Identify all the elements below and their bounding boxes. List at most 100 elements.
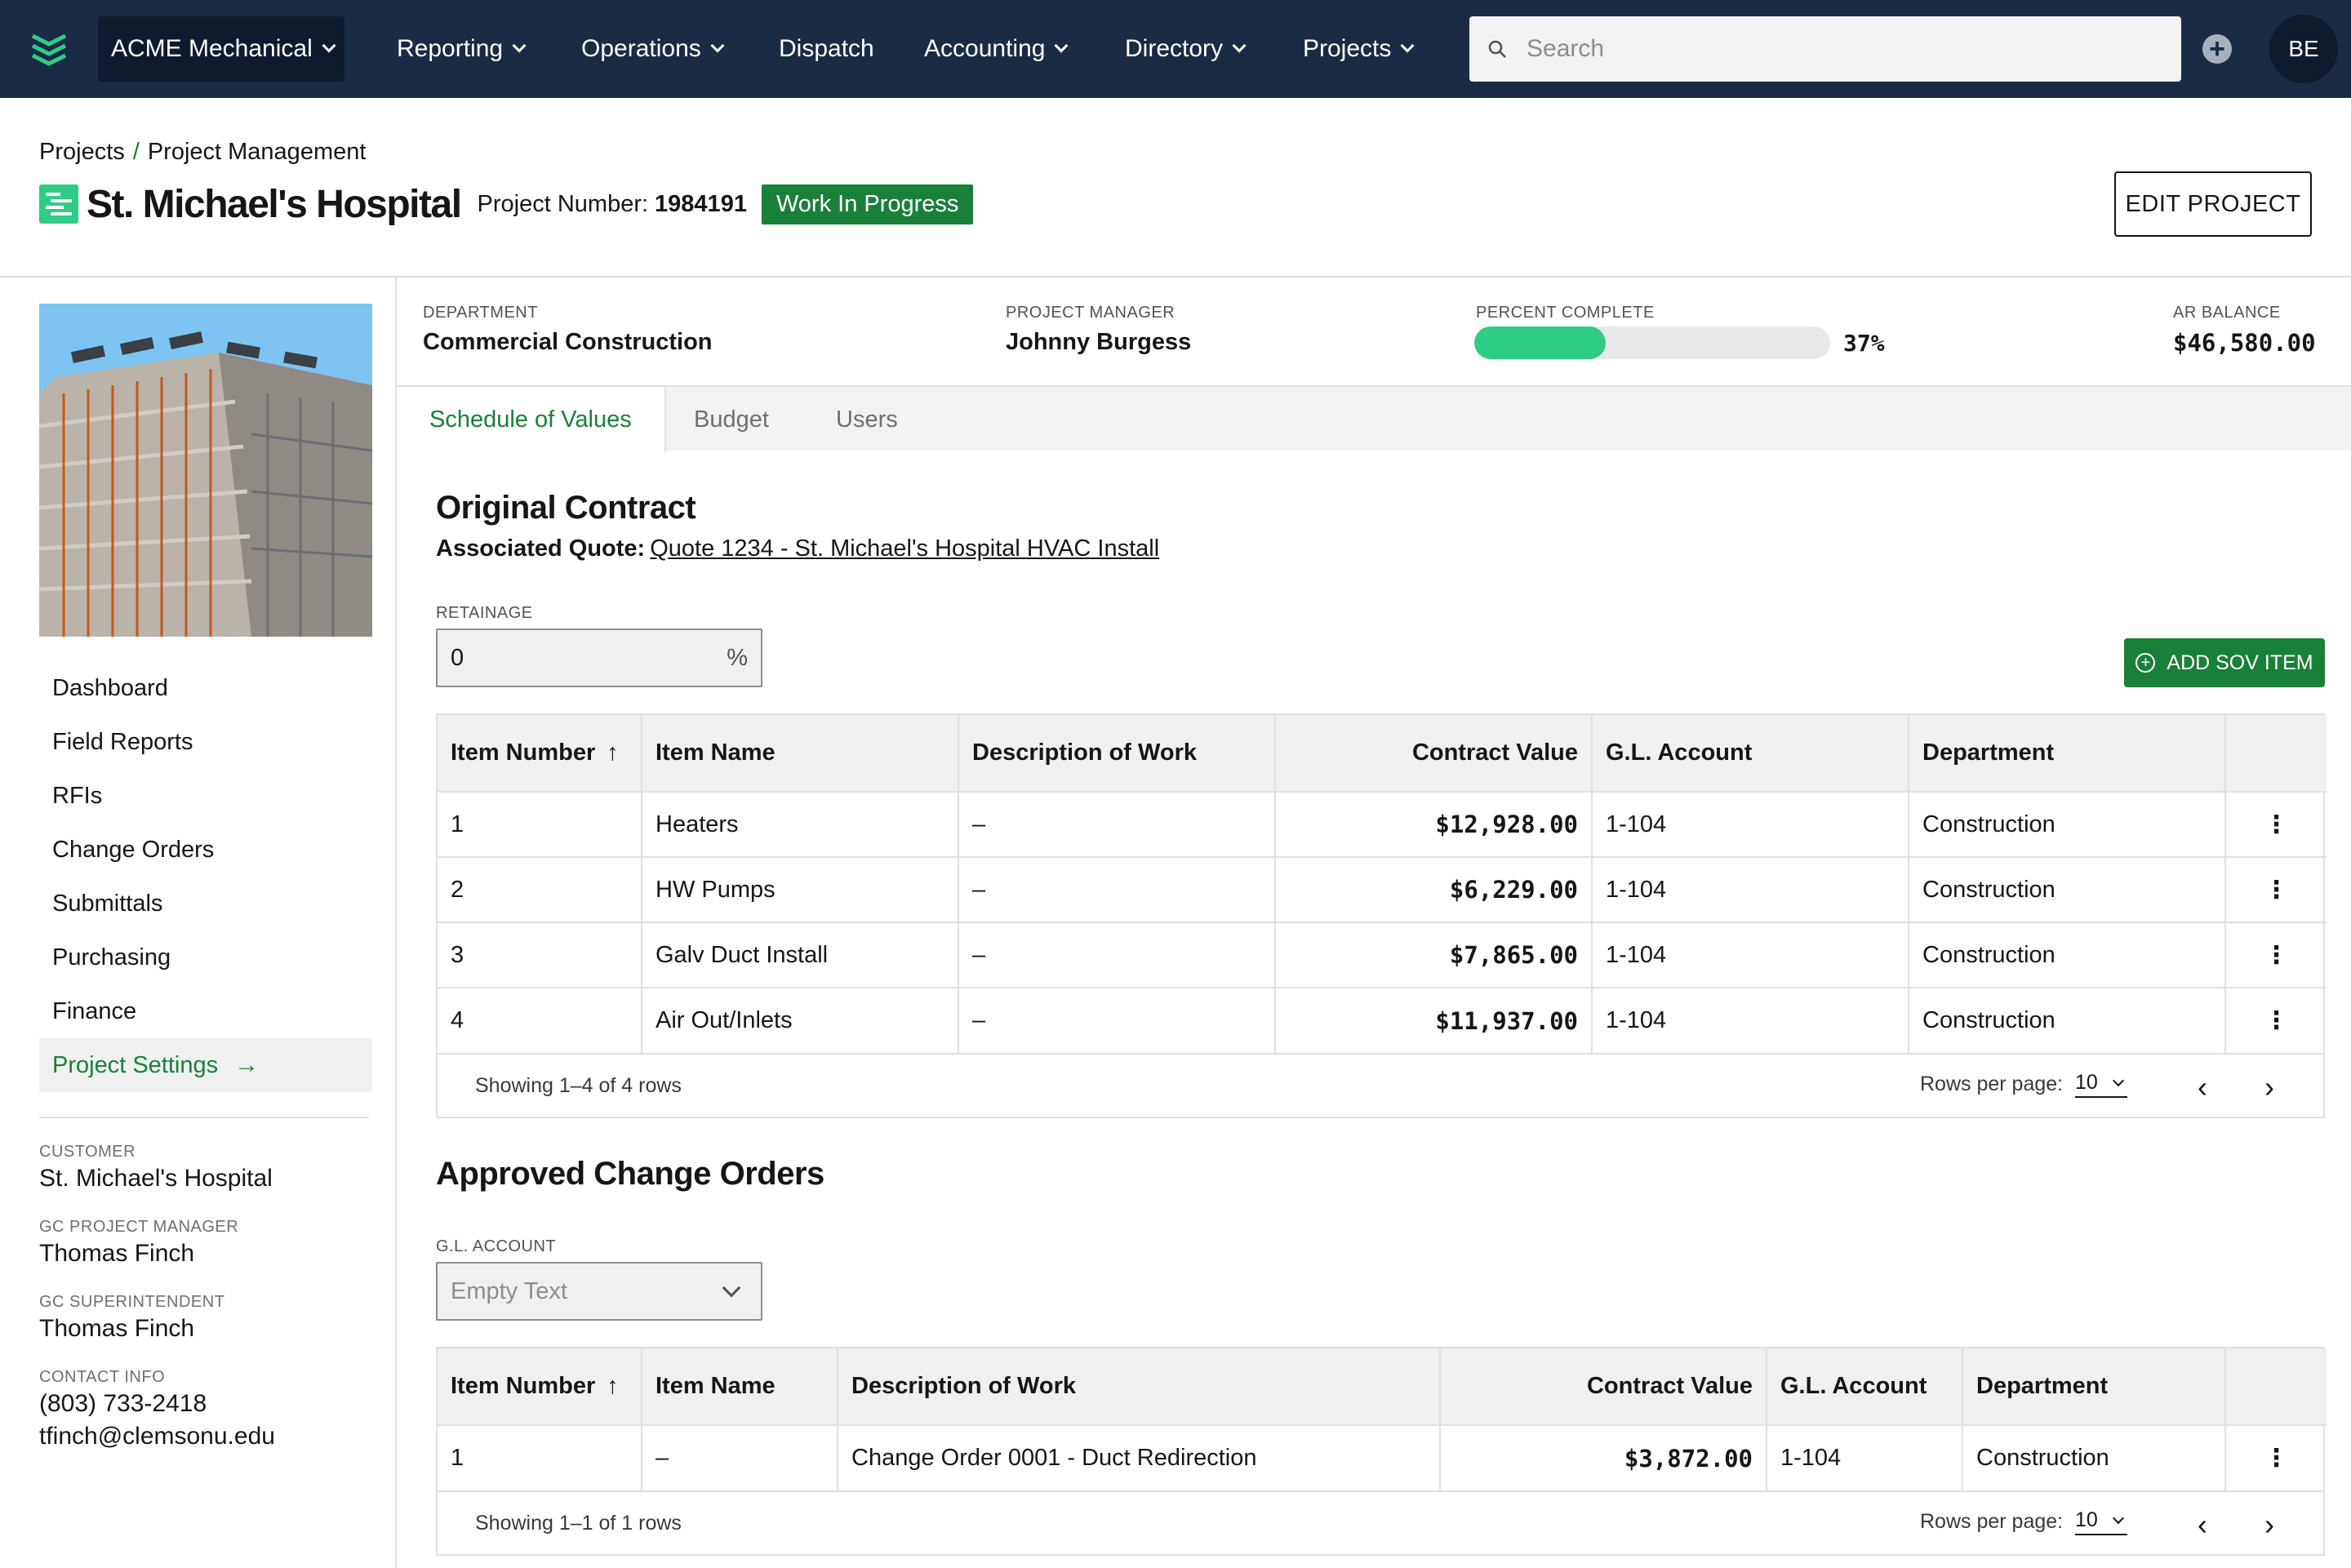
column-header-department[interactable]: Department [1909, 715, 2226, 792]
row-overflow-menu-icon[interactable]: ⋮ [2225, 987, 2327, 1053]
tab-bar: Schedule of Values Budget Users [397, 385, 2351, 452]
sidebar-item-finance[interactable]: Finance [39, 984, 372, 1038]
chevron-down-icon [710, 38, 725, 53]
sidebar-item-submittals[interactable]: Submittals [39, 877, 372, 931]
nav-accounting[interactable]: Accounting [924, 31, 1069, 67]
column-header-contract-value[interactable]: Contract Value [1440, 1348, 1767, 1425]
sidebar-item-change-orders[interactable]: Change Orders [39, 823, 372, 877]
pagination-summary: Showing 1–4 of 4 rows [475, 1073, 682, 1097]
cell-item-name: Galv Duct Install [642, 922, 959, 988]
section-title-original-contract: Original Contract [436, 490, 696, 526]
row-overflow-menu-icon[interactable]: ⋮ [2225, 1424, 2327, 1490]
nav-directory[interactable]: Directory [1125, 31, 1247, 67]
project-photo [39, 304, 372, 637]
chevron-right-icon[interactable]: › [2264, 1073, 2274, 1102]
cell-description: Change Order 0001 - Duct Redirection [838, 1424, 1441, 1490]
customer-value: St. Michael's Hospital [39, 1165, 273, 1192]
company-switcher[interactable]: ACME Mechanical [98, 16, 344, 82]
cell-item-number: 2 [438, 856, 642, 922]
chevron-left-icon[interactable]: ‹ [2198, 1510, 2207, 1539]
metric-ar-balance: AR BALANCE $46,580.00 [2173, 304, 2316, 357]
sidebar-item-purchasing[interactable]: Purchasing [39, 931, 372, 984]
cell-gl-account: 1-104 [1592, 922, 1909, 988]
gl-account-select[interactable]: Empty Text [436, 1262, 762, 1321]
table-row[interactable]: 4 Air Out/Inlets – $11,937.00 1-104 Cons… [438, 987, 2327, 1053]
retainage-input[interactable]: 0 % [436, 629, 762, 687]
cell-description: – [958, 987, 1276, 1053]
customer-info: CUSTOMER St. Michael's Hospital [39, 1143, 382, 1194]
sort-ascending-icon[interactable]: ↑ [607, 740, 619, 766]
breadcrumb: Projects / Project Management [39, 139, 366, 166]
rows-per-page-label: Rows per page: [1920, 1073, 2064, 1095]
column-header-item-name[interactable]: Item Name [642, 1348, 838, 1425]
contact-email[interactable]: tfinch@clemsonu.edu [39, 1421, 382, 1452]
gc-pm-info: GC PROJECT MANAGER Thomas Finch [39, 1218, 382, 1269]
column-header-gl-account[interactable]: G.L. Account [1767, 1348, 1963, 1425]
column-header-description[interactable]: Description of Work [838, 1348, 1441, 1425]
edit-project-button[interactable]: EDIT PROJECT [2114, 171, 2312, 237]
chevron-right-icon[interactable]: › [2264, 1510, 2274, 1539]
sidebar-item-label: Change Orders [52, 836, 215, 863]
cell-item-name: HW Pumps [642, 856, 959, 922]
table-row[interactable]: 1 – Change Order 0001 - Duct Redirection… [438, 1424, 2327, 1490]
sidebar-item-rfis[interactable]: RFIs [39, 769, 372, 823]
chevron-down-icon [2112, 1074, 2125, 1086]
column-header-item-number[interactable]: Item Number ↑ [438, 715, 642, 792]
nav-projects[interactable]: Projects [1303, 31, 1415, 67]
associated-quote-label: Associated Quote: [436, 535, 646, 562]
chevron-down-icon [1400, 38, 1415, 53]
add-sov-item-button[interactable]: + ADD SOV ITEM [2124, 638, 2325, 687]
table-row[interactable]: 1 Heaters – $12,928.00 1-104 Constructio… [438, 791, 2327, 857]
column-header-description[interactable]: Description of Work [958, 715, 1276, 792]
project-number: 1984191 [655, 190, 747, 217]
associated-quote: Associated Quote: Quote 1234 - St. Michae… [436, 535, 1159, 562]
table-row[interactable]: 3 Galv Duct Install – $7,865.00 1-104 Co… [438, 922, 2327, 988]
section-title-approved-change-orders: Approved Change Orders [436, 1156, 824, 1192]
contact-phone[interactable]: (803) 733-2418 [39, 1388, 382, 1419]
nav-operations[interactable]: Operations [581, 31, 725, 67]
cell-item-number: 1 [438, 791, 642, 857]
cell-department: Construction [1962, 1424, 2226, 1490]
sidebar-item-label: Field Reports [52, 728, 193, 755]
row-overflow-menu-icon[interactable]: ⋮ [2225, 856, 2327, 922]
global-search[interactable] [1469, 16, 2181, 82]
associated-quote-link[interactable]: Quote 1234 - St. Michael's Hospital HVAC… [650, 535, 1159, 562]
contact-info: CONTACT INFO (803) 733-2418 tfinch@clems… [39, 1368, 382, 1452]
sidebar-item-dashboard[interactable]: Dashboard [39, 661, 372, 715]
add-icon[interactable]: + [2202, 34, 2232, 64]
sidebar-item-label: Purchasing [52, 944, 171, 971]
table-row[interactable]: 2 HW Pumps – $6,229.00 1-104 Constructio… [438, 856, 2327, 922]
breadcrumb-projects[interactable]: Projects [39, 139, 125, 165]
column-header-department[interactable]: Department [1962, 1348, 2226, 1425]
cell-department: Construction [1909, 856, 2226, 922]
column-header-item-number[interactable]: Item Number ↑ [438, 1348, 642, 1425]
row-overflow-menu-icon[interactable]: ⋮ [2225, 922, 2327, 988]
column-header-item-name[interactable]: Item Name [642, 715, 959, 792]
sidebar-item-field-reports[interactable]: Field Reports [39, 715, 372, 769]
tab-budget[interactable]: Budget [694, 387, 769, 452]
sort-ascending-icon[interactable]: ↑ [607, 1373, 619, 1399]
row-overflow-menu-icon[interactable]: ⋮ [2225, 791, 2327, 857]
cell-department: Construction [1909, 987, 2226, 1053]
metric-percent-complete: PERCENT COMPLETE [1476, 304, 1655, 322]
nav-reporting[interactable]: Reporting [397, 31, 527, 67]
cell-gl-account: 1-104 [1592, 791, 1909, 857]
rows-per-page-value: 10 [2075, 1508, 2098, 1531]
sidebar-separator [39, 1117, 369, 1118]
chevron-left-icon[interactable]: ‹ [2198, 1073, 2207, 1102]
breadcrumb-current[interactable]: Project Management [148, 139, 367, 165]
arrow-right-icon: → [234, 1051, 260, 1078]
cell-item-number: 3 [438, 922, 642, 988]
sidebar-item-label: Submittals [52, 890, 163, 917]
app-logo-icon[interactable] [29, 31, 69, 67]
column-header-contract-value[interactable]: Contract Value [1275, 715, 1593, 792]
search-input[interactable] [1527, 35, 2163, 63]
column-header-gl-account[interactable]: G.L. Account [1592, 715, 1909, 792]
nav-dispatch[interactable]: Dispatch [779, 31, 874, 67]
rows-per-page-select[interactable]: 10 [2075, 1508, 2127, 1535]
sidebar-item-project-settings[interactable]: Project Settings → [39, 1038, 372, 1092]
user-avatar[interactable]: BE [2269, 15, 2338, 83]
rows-per-page-select[interactable]: 10 [2075, 1071, 2127, 1098]
tab-users[interactable]: Users [836, 387, 898, 452]
tab-schedule-of-values[interactable]: Schedule of Values [397, 387, 666, 452]
